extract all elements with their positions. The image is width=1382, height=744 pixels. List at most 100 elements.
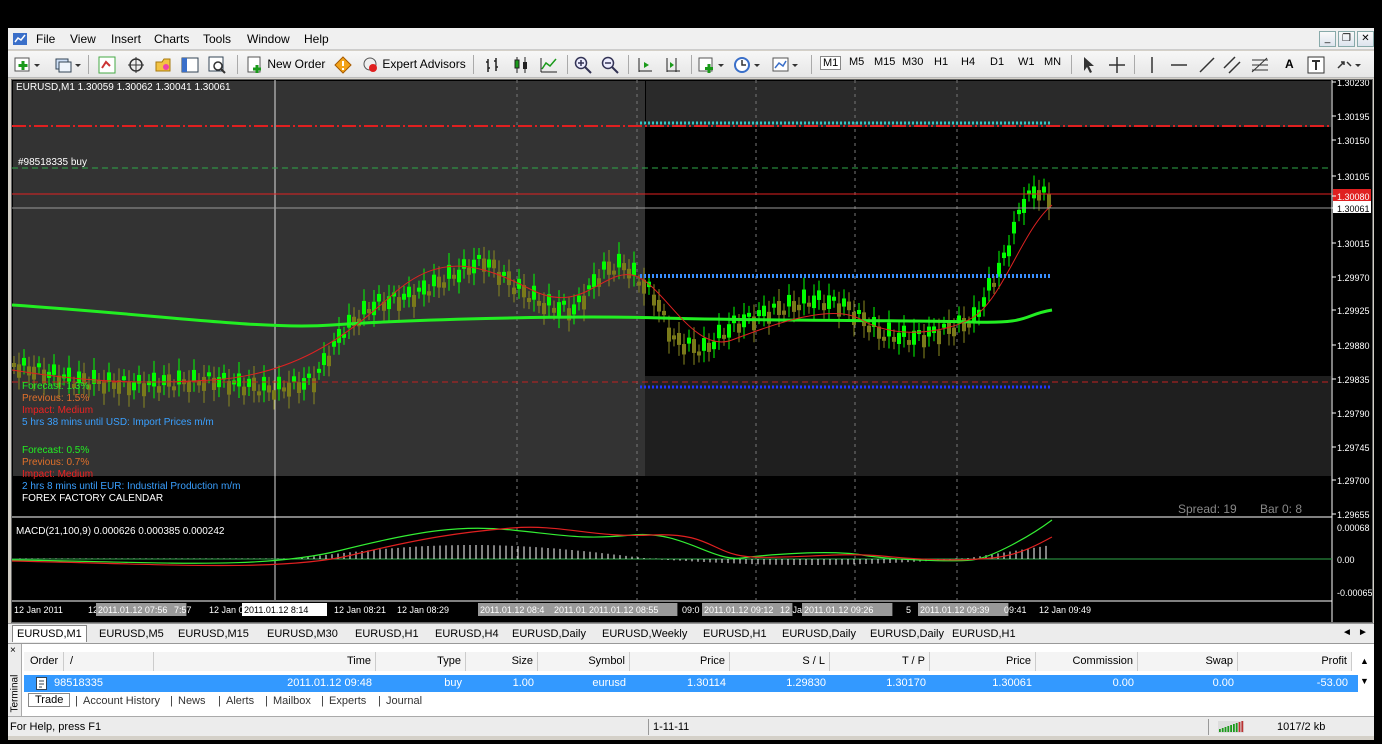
column-header[interactable]: Order bbox=[24, 652, 64, 671]
chart-tab[interactable]: EURUSD,H1 bbox=[351, 626, 423, 643]
terminal-tab[interactable]: Account History bbox=[83, 695, 160, 707]
timeframe-m30[interactable]: M30 bbox=[902, 56, 923, 68]
bull-candle bbox=[192, 369, 196, 382]
bull-candle bbox=[817, 290, 821, 300]
chart-tab[interactable]: EURUSD,H4 bbox=[431, 626, 503, 643]
new-chart-icon[interactable] bbox=[14, 54, 42, 75]
column-header[interactable]: Commission bbox=[1036, 652, 1138, 671]
terminal-close-icon[interactable]: × bbox=[10, 645, 16, 656]
column-header[interactable]: Price bbox=[930, 652, 1036, 671]
column-header[interactable]: S / L bbox=[730, 652, 830, 671]
chart-tab[interactable]: EURUSD,M5 bbox=[95, 626, 168, 643]
indicators-icon[interactable] bbox=[698, 54, 726, 75]
price-tick: 1.30230 bbox=[1337, 80, 1370, 88]
price-tick: 1.29880 bbox=[1337, 341, 1370, 351]
profiles-icon[interactable] bbox=[54, 54, 82, 75]
text-label-icon[interactable] bbox=[1307, 54, 1325, 75]
bull-candle bbox=[247, 378, 251, 387]
timeframe-h1[interactable]: H1 bbox=[934, 56, 948, 68]
order-row[interactable]: 98518335 2011.01.12 09:48 buy 1.00 eurusd 1.3… bbox=[24, 675, 1358, 692]
terminal-icon[interactable] bbox=[181, 54, 199, 75]
price-chart[interactable]: 1.30230 1.30195 1.30150 1.30105 1.30080 1.300… bbox=[12, 80, 1372, 622]
tabs-scroll-right-icon[interactable]: ► bbox=[1358, 627, 1368, 638]
menu-help[interactable]: Help bbox=[304, 32, 329, 46]
column-header[interactable]: / bbox=[64, 652, 154, 671]
line-chart-icon[interactable] bbox=[540, 54, 558, 75]
chart-shift-icon[interactable] bbox=[664, 54, 682, 75]
bull-candle bbox=[422, 280, 426, 295]
candlestick-icon[interactable] bbox=[512, 54, 530, 75]
terminal-tab[interactable]: Trade bbox=[28, 693, 71, 707]
equidistant-channel-icon[interactable] bbox=[1223, 54, 1241, 75]
news-line: Forecast: 0.5% bbox=[22, 445, 90, 456]
timeframe-w1[interactable]: W1 bbox=[1018, 56, 1035, 68]
navigator-icon[interactable] bbox=[154, 54, 172, 75]
minimize-button[interactable]: _ bbox=[1319, 31, 1336, 47]
terminal-tab[interactable]: Alerts bbox=[226, 695, 254, 707]
terminal-tab[interactable]: Journal bbox=[386, 695, 422, 707]
cursor-icon[interactable] bbox=[1081, 54, 1097, 75]
horizontal-line-icon[interactable] bbox=[1170, 54, 1188, 75]
auto-scroll-icon[interactable] bbox=[636, 54, 654, 75]
column-header[interactable]: Price bbox=[630, 652, 730, 671]
menu-charts[interactable]: Charts bbox=[154, 32, 189, 46]
expert-advisors-button[interactable]: Expert Advisors bbox=[361, 54, 466, 75]
tabs-scroll-left-icon[interactable]: ◄ bbox=[1342, 627, 1352, 638]
terminal-tab[interactable]: Experts bbox=[329, 695, 366, 707]
column-header[interactable]: Profit bbox=[1238, 652, 1352, 671]
column-header[interactable]: Symbol bbox=[538, 652, 630, 671]
chart-tab[interactable]: EURUSD,H1 bbox=[699, 626, 771, 643]
timeframe-h4[interactable]: H4 bbox=[961, 56, 975, 68]
column-header[interactable]: Size bbox=[466, 652, 538, 671]
timeframe-mn[interactable]: MN bbox=[1044, 56, 1061, 68]
zoom-out-icon[interactable] bbox=[601, 54, 619, 75]
chart-tab[interactable]: EURUSD,Daily bbox=[866, 626, 948, 643]
menu-view[interactable]: View bbox=[70, 32, 96, 46]
timeframe-m1[interactable]: M1 bbox=[820, 56, 842, 70]
market-watch-icon[interactable] bbox=[98, 54, 116, 75]
column-header[interactable]: Time bbox=[154, 652, 376, 671]
data-window-icon[interactable] bbox=[127, 54, 145, 75]
chart-tab[interactable]: EURUSD,Daily bbox=[508, 626, 590, 643]
menu-tools[interactable]: Tools bbox=[203, 32, 231, 46]
strategy-tester-icon[interactable] bbox=[208, 54, 226, 75]
fibonacci-icon[interactable] bbox=[1251, 54, 1269, 75]
chart-tab[interactable]: EURUSD,H1 bbox=[948, 626, 1020, 643]
crosshair-icon[interactable] bbox=[1108, 54, 1126, 75]
terminal-tab[interactable]: Mailbox bbox=[273, 695, 311, 707]
timeframe-m5[interactable]: M5 bbox=[849, 56, 864, 68]
menu-file[interactable]: File bbox=[36, 32, 55, 46]
news-line: Impact: Medium bbox=[22, 469, 94, 480]
templates-icon[interactable] bbox=[772, 54, 800, 75]
bear-candle bbox=[582, 295, 586, 310]
column-header[interactable]: Swap bbox=[1138, 652, 1238, 671]
scroll-up-icon[interactable]: ▲ bbox=[1360, 656, 1369, 666]
chart-tab[interactable]: EURUSD,Weekly bbox=[598, 626, 691, 643]
trendline-icon[interactable] bbox=[1198, 54, 1216, 75]
chart-window[interactable]: 1.30230 1.30195 1.30150 1.30105 1.30080 1.300… bbox=[11, 79, 1373, 623]
bear-candle bbox=[527, 298, 531, 303]
column-header[interactable]: Type bbox=[376, 652, 466, 671]
menu-window[interactable]: Window bbox=[247, 32, 290, 46]
bull-candle bbox=[592, 274, 596, 288]
timeframe-d1[interactable]: D1 bbox=[990, 56, 1004, 68]
chart-tab[interactable]: EURUSD,Daily bbox=[778, 626, 860, 643]
column-header[interactable]: T / P bbox=[830, 652, 930, 671]
alert-icon[interactable] bbox=[334, 54, 352, 75]
restore-button[interactable]: ❐ bbox=[1338, 31, 1355, 47]
arrows-icon[interactable] bbox=[1335, 54, 1363, 75]
terminal-tab[interactable]: News bbox=[178, 695, 206, 707]
vertical-line-icon[interactable] bbox=[1146, 54, 1158, 75]
text-tool-icon[interactable]: A bbox=[1285, 54, 1294, 75]
menu-insert[interactable]: Insert bbox=[111, 32, 141, 46]
timeframe-m15[interactable]: M15 bbox=[874, 56, 895, 68]
chart-tab[interactable]: EURUSD,M30 bbox=[263, 626, 342, 643]
periods-icon[interactable] bbox=[734, 54, 762, 75]
bar-chart-icon[interactable] bbox=[484, 54, 502, 75]
chart-tab[interactable]: EURUSD,M1 bbox=[12, 625, 87, 642]
new-order-button[interactable]: New Order bbox=[246, 54, 325, 75]
scroll-down-icon[interactable]: ▼ bbox=[1360, 676, 1369, 686]
chart-tab[interactable]: EURUSD,M15 bbox=[174, 626, 253, 643]
close-button[interactable]: ✕ bbox=[1357, 31, 1374, 47]
zoom-in-icon[interactable] bbox=[574, 54, 592, 75]
